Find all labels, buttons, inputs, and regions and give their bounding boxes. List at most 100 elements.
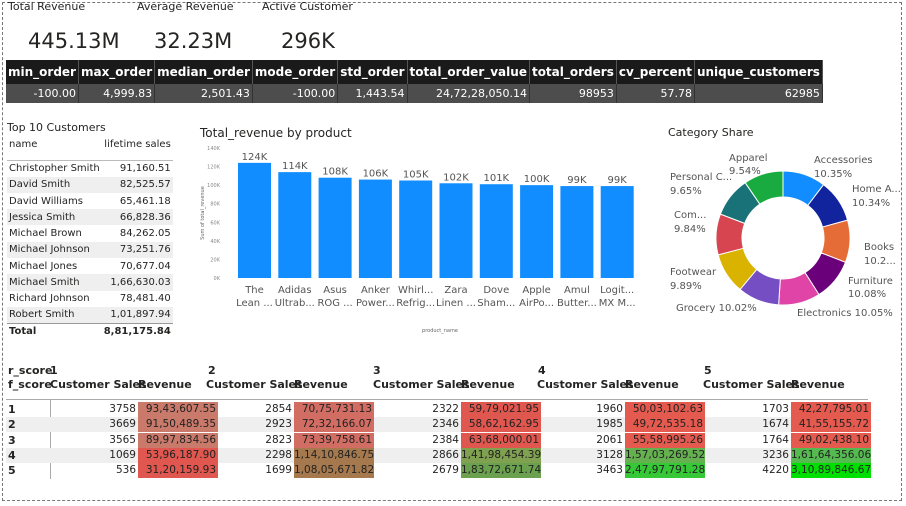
customer-sales-cell: 2823: [265, 433, 292, 446]
kpi-active-customer[interactable]: Active Customer 296K: [262, 0, 353, 53]
table-row[interactable]: Christopher Smith 91,160.51: [7, 160, 173, 176]
bar-chart-title: Total_revenue by product: [200, 126, 352, 140]
customer-sales-cell: 1069: [109, 448, 136, 461]
bar[interactable]: [278, 172, 312, 278]
customer-value: 78,481.40: [119, 293, 171, 305]
order-stats-table[interactable]: min_order max_order median_order mode_or…: [6, 60, 823, 103]
top10-customers-table[interactable]: name lifetime sales Christopher Smith 91,…: [7, 136, 173, 340]
col-value-header[interactable]: lifetime sales: [102, 136, 173, 152]
bar[interactable]: [238, 162, 271, 278]
f-score-label: 2: [8, 418, 16, 432]
category-donut-chart[interactable]: Accessories 10.35%Home A... 10.34% Books 10.…: [664, 140, 900, 330]
x-tick-label: Whirl...: [398, 285, 433, 296]
r-score-group-label: 3: [373, 364, 381, 377]
customer-value: 65,461.18: [119, 195, 171, 207]
bar-chart[interactable]: 140K 120K 100K 80K 60K 40K 20K 0K Sum of total_r…: [196, 140, 652, 340]
customer-sales-header[interactable]: Customer Sales: [703, 378, 800, 391]
donut-slice-label: 9.54%: [729, 166, 761, 177]
bar[interactable]: [318, 177, 352, 278]
customer-value: 82,525.57: [101, 176, 173, 193]
stats-header[interactable]: total_orders: [529, 60, 617, 84]
bar[interactable]: [439, 183, 473, 278]
f-score-label: 3: [8, 433, 16, 447]
bar[interactable]: [358, 179, 392, 278]
stats-header[interactable]: max_order: [78, 60, 156, 84]
stats-header[interactable]: mode_order: [252, 60, 339, 84]
customer-sales-header[interactable]: Customer Sales: [537, 378, 634, 391]
revenue-cell: 1,08,05,671.82: [294, 463, 375, 479]
bar[interactable]: [399, 180, 433, 279]
table-row[interactable]: Robert Smith 1,01,897.94: [7, 306, 173, 324]
bar-data-label: 99K: [567, 175, 587, 186]
revenue-header[interactable]: Revenue: [625, 378, 679, 391]
x-tick-label: MX M...: [599, 298, 636, 309]
customer-sales-cell: 536: [115, 464, 136, 477]
customer-name: Michael Jones: [9, 260, 78, 272]
kpi-average-revenue[interactable]: Average Revenue 32.23M: [137, 0, 234, 53]
revenue-header[interactable]: Revenue: [461, 378, 515, 391]
customer-name: Robert Smith: [7, 306, 102, 324]
customer-sales-cell: 1764: [762, 433, 789, 446]
revenue-cell: 42,27,795.01: [791, 402, 871, 417]
table-row[interactable]: David Smith 82,525.57: [7, 176, 173, 193]
customer-sales-cell: 1985: [596, 418, 623, 431]
stats-value-row: -100.00 4,999.83 2,501.43 -100.00 1,443.…: [6, 84, 823, 103]
revenue-header[interactable]: Revenue: [138, 378, 192, 391]
top10-header-row: name lifetime sales: [7, 136, 173, 152]
bar[interactable]: [479, 184, 513, 278]
table-row[interactable]: David Williams 65,461.18: [7, 193, 173, 209]
y-tick-label: 0K: [214, 276, 221, 282]
customer-sales-cell: 2346: [432, 418, 459, 431]
revenue-header[interactable]: Revenue: [791, 378, 845, 391]
customer-sales-cell: 2854: [265, 403, 292, 415]
x-tick-label: Adidas: [278, 285, 311, 296]
kpi-label: Active Customer: [262, 0, 353, 13]
donut-slice-label: Footwear: [670, 267, 717, 278]
col-name-header[interactable]: name: [7, 136, 102, 152]
customer-sales-header[interactable]: Customer Sales: [206, 378, 303, 391]
revenue-header[interactable]: Revenue: [294, 378, 348, 391]
customer-sales-cell: 4220: [762, 464, 789, 477]
stats-value: 24,72,28,050.14: [407, 84, 530, 103]
y-tick-label: 60K: [210, 220, 220, 226]
table-row[interactable]: Michael Johnson 73,251.76: [7, 241, 173, 259]
f-score-label: 4: [8, 448, 16, 462]
customer-sales-header[interactable]: Customer Sales: [50, 378, 147, 391]
donut-chart-title: Category Share: [668, 126, 754, 139]
stats-header[interactable]: std_order: [337, 60, 408, 84]
customer-value: 1,66,630.03: [101, 274, 173, 291]
revenue-cell: 49,02,438.10: [791, 432, 871, 448]
bar[interactable]: [560, 186, 594, 278]
donut-slice-label: Personal C...: [670, 172, 732, 183]
table-row[interactable]: Michael Smith 1,66,630.03: [7, 274, 173, 291]
kpi-label: Total Revenue: [8, 0, 86, 13]
y-tick-label: 80K: [210, 202, 220, 208]
donut-slice-label: Grocery 10.02%: [676, 303, 757, 314]
top10-title: Top 10 Customers: [7, 121, 106, 134]
table-row[interactable]: Richard Johnson 78,481.40: [7, 291, 173, 307]
table-row[interactable]: Michael Jones 70,677.04: [7, 258, 173, 274]
stats-header[interactable]: cv_percent: [616, 60, 695, 84]
x-tick-label: Anker: [361, 285, 391, 296]
x-tick-label: Apple: [522, 285, 550, 296]
donut-slice-label: Home A...: [852, 184, 900, 195]
bar-data-label: 124K: [242, 152, 268, 163]
r-score-header: r_score: [8, 364, 53, 377]
x-tick-label: Dove: [483, 285, 509, 296]
kpi-total-revenue[interactable]: Total Revenue 445.13M: [8, 0, 120, 53]
stats-header[interactable]: min_order: [6, 60, 79, 84]
x-tick-label: Logit...: [600, 285, 634, 296]
stats-value: 4,999.83: [78, 84, 156, 103]
bar[interactable]: [520, 185, 554, 278]
table-row[interactable]: Jessica Smith 66,828.36: [7, 209, 173, 226]
stats-header[interactable]: total_order_value: [407, 60, 530, 84]
kpi-value: 296K: [281, 29, 335, 53]
table-row[interactable]: Michael Brown 84,262.05: [7, 225, 173, 241]
bar[interactable]: [600, 186, 634, 278]
customer-sales-header[interactable]: Customer Sales: [373, 378, 470, 391]
revenue-cell: 1,83,72,671.74: [461, 463, 542, 479]
revenue-cell: 59,79,021.95: [461, 402, 541, 417]
bar-data-label: 106K: [363, 169, 389, 180]
stats-header[interactable]: unique_customers: [694, 60, 823, 84]
stats-header[interactable]: median_order: [154, 60, 253, 84]
